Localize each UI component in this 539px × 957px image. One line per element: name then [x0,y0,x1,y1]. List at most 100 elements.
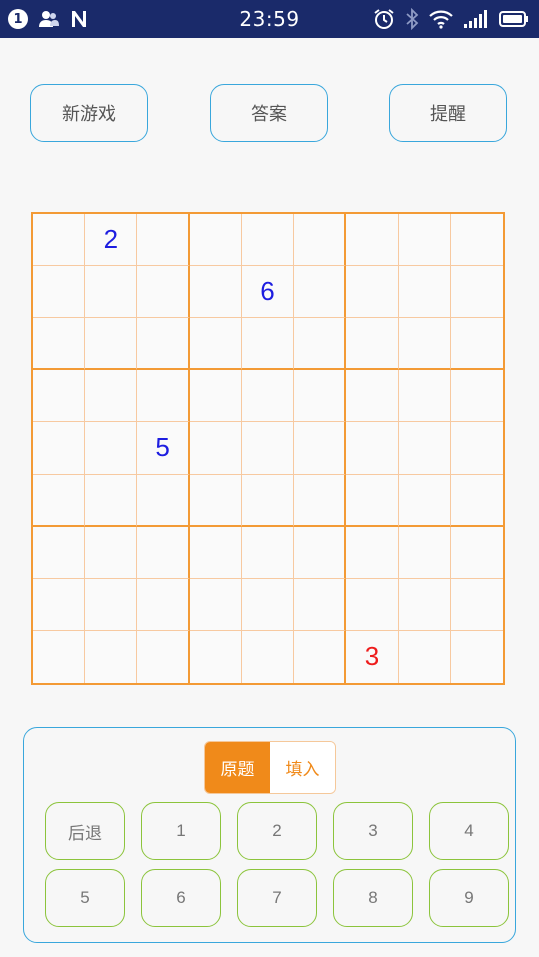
sudoku-cell-r5c6[interactable] [294,422,347,475]
key-6-button[interactable]: 6 [141,869,221,927]
sudoku-cell-r6c7[interactable] [346,474,399,527]
sudoku-cell-r3c3[interactable] [137,318,190,371]
sudoku-cell-r1c8[interactable] [398,214,451,267]
sudoku-cell-r4c7[interactable] [346,370,399,423]
sudoku-cell-r9c1[interactable] [33,630,86,683]
sudoku-cell-r3c1[interactable] [33,318,86,371]
sudoku-cell-r8c5[interactable] [241,578,295,631]
signal-icon [463,9,489,29]
sudoku-cell-r5c7[interactable] [346,422,399,475]
sudoku-cell-r8c3[interactable] [137,578,190,631]
sudoku-cell-r6c3[interactable] [137,474,190,527]
sudoku-cell-r3c4[interactable] [189,318,242,371]
sudoku-cell-r8c9[interactable] [450,579,503,631]
key-1-button[interactable]: 1 [141,802,221,860]
back-button[interactable]: 后退 [45,802,125,860]
sudoku-cell-r8c6[interactable] [294,578,347,631]
sudoku-cell-r7c3[interactable] [137,526,190,579]
sudoku-cell-r7c9[interactable] [450,527,503,579]
sudoku-cell-r2c9[interactable] [450,266,503,319]
sudoku-cell-r2c4[interactable] [189,266,242,319]
sudoku-cell-r7c6[interactable] [294,526,347,579]
sudoku-cell-r3c9[interactable] [450,318,503,371]
new-game-button[interactable]: 新游戏 [30,84,148,142]
mode-original-button[interactable]: 原题 [205,742,270,793]
sudoku-cell-r1c7[interactable] [346,214,399,267]
sudoku-cell-r7c8[interactable] [398,526,451,579]
sudoku-cell-r3c7[interactable] [346,318,399,371]
sudoku-cell-r4c3[interactable] [137,370,190,423]
status-right [373,8,529,30]
sudoku-cell-r8c1[interactable] [33,578,86,631]
sudoku-cell-r4c1[interactable] [33,370,86,423]
sudoku-cell-r9c2[interactable] [85,630,138,683]
sudoku-cell-r6c5[interactable] [241,474,295,527]
sudoku-cell-r5c5[interactable] [241,422,295,475]
sudoku-cell-r4c8[interactable] [398,370,451,423]
key-3-button[interactable]: 3 [333,802,413,860]
sudoku-cell-r1c9[interactable] [450,214,503,267]
sudoku-cell-r8c2[interactable] [85,578,138,631]
sudoku-cell-r4c4[interactable] [189,370,242,423]
sudoku-cell-r5c2[interactable] [85,422,138,475]
sudoku-cell-r2c5[interactable]: 6 [241,266,295,319]
answer-button[interactable]: 答案 [210,84,328,142]
sudoku-cell-r4c9[interactable] [450,370,503,423]
sudoku-cell-r6c1[interactable] [33,474,86,527]
sudoku-cell-r3c8[interactable] [398,318,451,371]
sudoku-cell-r7c2[interactable] [85,526,138,579]
sudoku-cell-r2c8[interactable] [398,266,451,319]
sudoku-cell-r3c2[interactable] [85,318,138,371]
sudoku-cell-r3c5[interactable] [241,318,295,371]
sudoku-cell-r6c2[interactable] [85,474,138,527]
sudoku-cell-r6c6[interactable] [294,474,347,527]
sudoku-cell-r7c5[interactable] [241,526,295,579]
mode-toggle: 原题 填入 [204,741,336,794]
key-7-button[interactable]: 7 [237,869,317,927]
hint-button[interactable]: 提醒 [389,84,507,142]
sudoku-cell-r5c8[interactable] [398,422,451,475]
sudoku-cell-r9c5[interactable] [242,630,295,683]
sudoku-cell-r2c6[interactable] [294,266,347,319]
keypad-panel: 原题 填入 后退 1 2 3 4 5 6 7 8 9 [23,727,516,943]
key-4-button[interactable]: 4 [429,802,509,860]
sudoku-cell-r6c9[interactable] [450,475,503,527]
sudoku-cell-r4c2[interactable] [85,370,138,423]
sudoku-cell-r9c8[interactable] [399,630,451,683]
sudoku-cell-r8c8[interactable] [398,578,451,631]
sudoku-cell-r5c3[interactable]: 5 [137,422,190,475]
sudoku-cell-r1c4[interactable] [189,214,242,267]
sudoku-cell-r2c1[interactable] [33,266,86,319]
sudoku-cell-r1c5[interactable] [241,214,295,267]
sudoku-cell-r4c6[interactable] [294,370,347,423]
sudoku-cell-r4c5[interactable] [241,370,295,423]
sudoku-cell-r1c3[interactable] [137,214,190,267]
sudoku-cell-r9c3[interactable] [137,630,190,683]
sudoku-cell-r2c2[interactable] [85,266,138,319]
key-8-button[interactable]: 8 [333,869,413,927]
sudoku-cell-r9c9[interactable] [451,631,503,683]
sudoku-cell-r5c9[interactable] [450,422,503,475]
sudoku-cell-r7c1[interactable] [33,526,86,579]
sudoku-cell-r7c4[interactable] [189,526,242,579]
sudoku-cell-r1c1[interactable] [33,214,86,267]
mode-fill-button[interactable]: 填入 [270,742,335,793]
sudoku-cell-r5c1[interactable] [33,422,86,475]
sudoku-cell-r2c7[interactable] [346,266,399,319]
sudoku-cell-r8c7[interactable] [346,578,399,631]
sudoku-cell-r1c6[interactable] [294,214,347,267]
sudoku-cell-r6c8[interactable] [398,474,451,527]
key-5-button[interactable]: 5 [45,869,125,927]
sudoku-cell-r5c4[interactable] [189,422,242,475]
sudoku-cell-r9c6[interactable] [294,630,347,683]
sudoku-cell-r9c7[interactable]: 3 [346,630,399,683]
sudoku-cell-r2c3[interactable] [137,266,190,319]
sudoku-cell-r8c4[interactable] [189,578,242,631]
sudoku-cell-r3c6[interactable] [294,318,347,371]
key-9-button[interactable]: 9 [429,869,509,927]
sudoku-cell-r1c2[interactable]: 2 [85,214,138,267]
sudoku-cell-r6c4[interactable] [189,474,242,527]
key-2-button[interactable]: 2 [237,802,317,860]
sudoku-cell-r9c4[interactable] [190,630,242,683]
sudoku-cell-r7c7[interactable] [346,526,399,579]
